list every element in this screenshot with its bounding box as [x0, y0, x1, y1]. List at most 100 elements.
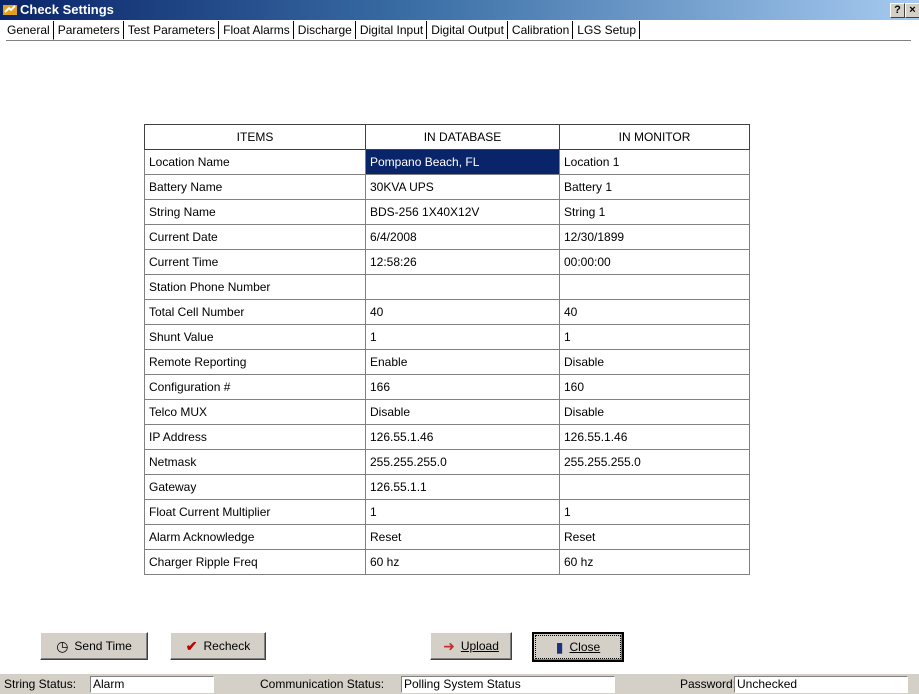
table-row[interactable]: Charger Ripple Freq 60 hz 60 hz — [144, 549, 750, 575]
settings-grid[interactable]: ITEMS IN DATABASE IN MONITOR Location Na… — [144, 124, 750, 575]
monitor-cell[interactable] — [559, 274, 750, 300]
database-cell[interactable]: 60 hz — [365, 549, 560, 575]
tab-calibration[interactable]: Calibration — [511, 21, 574, 39]
database-cell[interactable]: Reset — [365, 524, 560, 550]
tab-general[interactable]: General — [6, 21, 54, 40]
tab-test-parameters[interactable]: Test Parameters — [127, 21, 220, 39]
monitor-cell[interactable]: 255.255.255.0 — [559, 449, 750, 475]
window-title: Check Settings — [20, 2, 114, 17]
tab-strip: General Parameters Test Parameters Float Al… — [6, 21, 643, 41]
tab-digital-output[interactable]: Digital Output — [430, 21, 508, 39]
table-row[interactable]: Location Name Pompano Beach, FL Location 1 — [144, 149, 750, 175]
table-row[interactable]: Configuration #166 160 — [144, 374, 750, 400]
tab-discharge[interactable]: Discharge — [297, 21, 356, 39]
grid-body: Location Name Pompano Beach, FL Location 1… — [144, 149, 750, 575]
upload-label: Upload — [460, 639, 499, 653]
table-row[interactable]: Shunt Value 1 1 — [144, 324, 750, 350]
item-cell: Configuration # — [144, 374, 366, 400]
send-time-button[interactable]: ◷ Send Time — [40, 632, 148, 660]
communication-status-label: Communication Status: — [260, 677, 385, 691]
tab-float-alarms[interactable]: Float Alarms — [222, 21, 294, 39]
monitor-cell[interactable]: 1 — [559, 499, 750, 525]
status-bar: String Status: Alarm Communication Statu… — [0, 674, 919, 694]
door-icon: ▮ — [555, 638, 564, 655]
item-cell: Telco MUX — [144, 399, 366, 425]
database-cell[interactable]: 1 — [365, 324, 560, 350]
monitor-cell[interactable]: Location 1 — [559, 149, 750, 175]
monitor-cell[interactable]: 00:00:00 — [559, 249, 750, 275]
table-row[interactable]: Netmask 255.255.255.0 255.255.255.0 — [144, 449, 750, 475]
table-row[interactable]: Gateway 126.55.1.1 — [144, 474, 750, 500]
item-cell: String Name — [144, 199, 366, 225]
tab-digital-input[interactable]: Digital Input — [359, 21, 428, 39]
item-cell: Current Date — [144, 224, 366, 250]
database-cell[interactable]: 30KVA UPS — [365, 174, 560, 200]
table-row[interactable]: Total Cell Number 40 40 — [144, 299, 750, 325]
database-cell[interactable]: 40 — [365, 299, 560, 325]
close-button[interactable]: ▮ Close — [532, 632, 624, 662]
tab-divider — [6, 40, 911, 41]
item-cell: Battery Name — [144, 174, 366, 200]
database-cell[interactable]: 126.55.1.46 — [365, 424, 560, 450]
upload-icon: ➜ — [443, 637, 455, 654]
string-status-label: String Status: — [4, 677, 77, 691]
monitor-cell[interactable]: 12/30/1899 — [559, 224, 750, 250]
monitor-cell[interactable]: Disable — [559, 349, 750, 375]
monitor-cell[interactable]: 40 — [559, 299, 750, 325]
table-row[interactable]: Current Date 6/4/2008 12/30/1899 — [144, 224, 750, 250]
tab-parameters[interactable]: Parameters — [57, 21, 124, 39]
item-cell: Float Current Multiplier — [144, 499, 366, 525]
table-row[interactable]: Remote Reporting Enable Disable — [144, 349, 750, 375]
close-icon[interactable]: × — [905, 3, 919, 18]
table-row[interactable]: Current Time 12:58:26 00:00:00 — [144, 249, 750, 275]
database-cell[interactable] — [365, 274, 560, 300]
item-cell: Current Time — [144, 249, 366, 275]
monitor-cell[interactable]: 160 — [559, 374, 750, 400]
item-cell: Alarm Acknowledge — [144, 524, 366, 550]
table-row[interactable]: Alarm Acknowledge Reset Reset — [144, 524, 750, 550]
recheck-button[interactable]: ✔ Recheck — [170, 632, 266, 660]
check-settings-icon — [3, 5, 17, 15]
database-cell[interactable]: 12:58:26 — [365, 249, 560, 275]
monitor-cell[interactable]: 1 — [559, 324, 750, 350]
item-cell: Location Name — [144, 149, 366, 175]
table-row[interactable]: IP Address 126.55.1.46 126.55.1.46 — [144, 424, 750, 450]
monitor-cell[interactable]: String 1 — [559, 199, 750, 225]
help-icon[interactable]: ? — [890, 3, 905, 18]
tab-lgs-setup[interactable]: LGS Setup — [576, 21, 640, 39]
monitor-cell[interactable]: 60 hz — [559, 549, 750, 575]
monitor-cell[interactable] — [559, 474, 750, 500]
grid-header-row: ITEMS IN DATABASE IN MONITOR — [144, 124, 750, 150]
table-row[interactable]: Telco MUX Disable Disable — [144, 399, 750, 425]
string-status-value: Alarm — [90, 676, 214, 693]
database-cell[interactable]: 126.55.1.1 — [365, 474, 560, 500]
item-cell: Remote Reporting — [144, 349, 366, 375]
table-row[interactable]: Station Phone Number — [144, 274, 750, 300]
monitor-cell[interactable]: Disable — [559, 399, 750, 425]
item-cell: Gateway — [144, 474, 366, 500]
clock-icon: ◷ — [56, 637, 69, 654]
table-row[interactable]: Float Current Multiplier 1 1 — [144, 499, 750, 525]
database-cell[interactable]: 255.255.255.0 — [365, 449, 560, 475]
send-time-label: Send Time — [74, 639, 132, 653]
database-cell[interactable]: Enable — [365, 349, 560, 375]
upload-button[interactable]: ➜ Upload — [430, 632, 512, 660]
item-cell: Station Phone Number — [144, 274, 366, 300]
database-cell[interactable]: Disable — [365, 399, 560, 425]
monitor-cell[interactable]: Reset — [559, 524, 750, 550]
monitor-cell[interactable]: Battery 1 — [559, 174, 750, 200]
table-row[interactable]: Battery Name 30KVA UPS Battery 1 — [144, 174, 750, 200]
table-row[interactable]: String Name BDS-256 1X40X12V String 1 — [144, 199, 750, 225]
database-cell[interactable]: 6/4/2008 — [365, 224, 560, 250]
checkmark-icon: ✔ — [185, 637, 198, 654]
header-in-database: IN DATABASE — [365, 124, 560, 150]
database-cell[interactable]: BDS-256 1X40X12V — [365, 199, 560, 225]
item-cell: Netmask — [144, 449, 366, 475]
item-cell: Shunt Value — [144, 324, 366, 350]
database-cell[interactable]: 166 — [365, 374, 560, 400]
password-value: Unchecked — [734, 676, 908, 693]
title-bar: Check Settings ? × — [0, 0, 919, 20]
database-cell[interactable]: Pompano Beach, FL — [365, 149, 560, 175]
monitor-cell[interactable]: 126.55.1.46 — [559, 424, 750, 450]
database-cell[interactable]: 1 — [365, 499, 560, 525]
